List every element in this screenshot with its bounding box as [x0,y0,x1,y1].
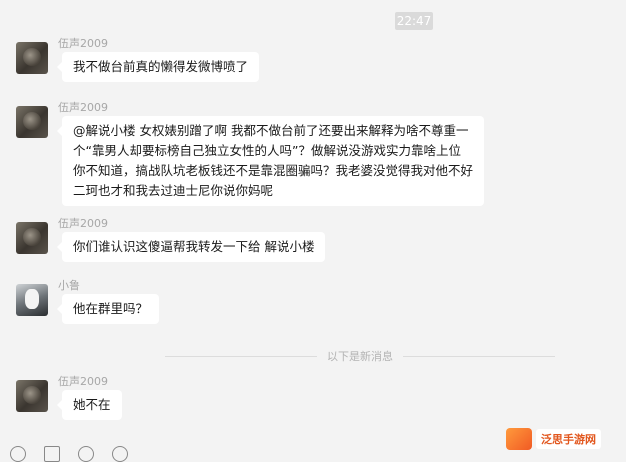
message-text: 你不知道，搞战队坑老板钱还不是靠混圈骗吗？我老婆没觉得我对他不好 [73,163,474,178]
sender-name: 伍声2009 [58,375,108,388]
message-text: 她不在 [73,397,111,412]
chat-history-icon[interactable] [112,446,128,462]
sender-name: 伍声2009 [58,217,108,230]
message-text: @解说小楼 女权婊别蹭了啊 我都不做台前了还要出来解释为啥不尊重一 [73,123,469,138]
message-bubble[interactable]: 他在群里吗？ [56,294,160,324]
sender-name: 伍声2009 [58,101,108,114]
divider-line [403,355,555,357]
emoji-icon[interactable] [10,446,26,462]
message-bubble[interactable]: 我不做台前真的懒得发微博喷了 [56,52,260,82]
sender-name: 伍声2009 [58,37,108,50]
folder-icon[interactable] [44,446,60,462]
divider-line [165,355,317,357]
message-text: 你们谁认识这傻逼帮我转发一下给 解说小楼 [73,239,315,254]
avatar[interactable] [16,222,48,254]
message-text: 二珂也才和我去过迪士尼你说你妈呢 [73,183,274,198]
avatar[interactable] [16,380,48,412]
message-text: 我不做台前真的懒得发微博喷了 [73,59,249,74]
message-text: 他在群里吗？ [73,301,149,316]
watermark: 泛思手游网 [506,428,601,450]
watermark-text: 泛思手游网 [536,429,601,449]
watermark-logo-icon [506,428,532,450]
message-text: 个“靠男人却要标榜自己独立女性的人吗”？做解说没游戏实力靠啥上位 [73,143,461,158]
new-messages-divider: 以下是新消息 [165,346,555,366]
sender-name: 小鲁 [58,279,80,292]
message-bubble[interactable]: 你们谁认识这傻逼帮我转发一下给 解说小楼 [56,232,326,262]
divider-label: 以下是新消息 [327,350,393,363]
avatar[interactable] [16,106,48,138]
message-bubble[interactable]: 她不在 [57,390,122,420]
scissors-icon[interactable] [78,446,94,462]
message-timestamp: 22:47 [395,12,433,30]
message-bubble[interactable]: @解说小楼 女权婊别蹭了啊 我都不做台前了还要出来解释为啥不尊重一 个“靠男人却… [56,116,485,206]
avatar[interactable] [16,42,48,74]
input-toolbar [10,446,128,462]
avatar[interactable] [16,284,48,316]
